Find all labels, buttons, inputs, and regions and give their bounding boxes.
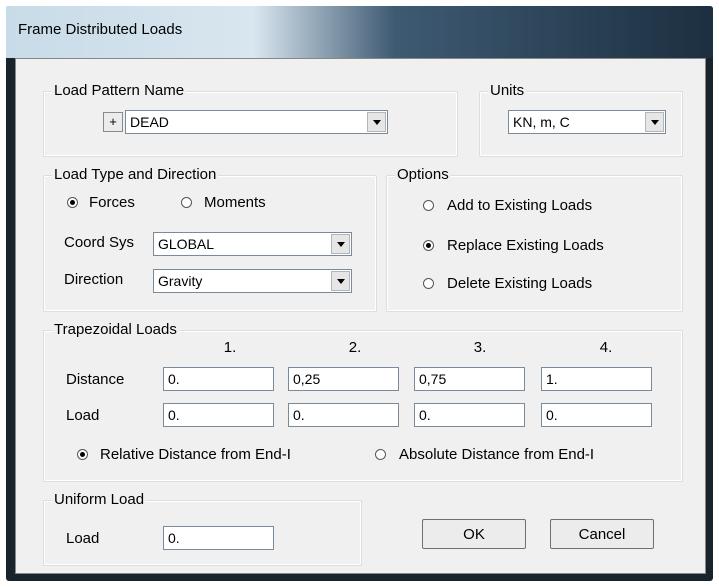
- relative-distance-label[interactable]: Relative Distance from End-I: [100, 446, 291, 464]
- load-pattern-dropdown[interactable]: DEAD: [125, 110, 388, 134]
- options-legend: Options: [395, 166, 451, 184]
- column-header-4: 4.: [599, 339, 613, 356]
- forces-radio[interactable]: [67, 197, 78, 208]
- distance-field-4[interactable]: 1.: [541, 367, 652, 391]
- title-bar[interactable]: Frame Distributed Loads: [6, 6, 713, 58]
- moments-radio[interactable]: [181, 197, 192, 208]
- dialog-window: Frame Distributed Loads Load Pattern Nam…: [6, 6, 713, 581]
- load-label: Load: [66, 407, 100, 424]
- cancel-button[interactable]: Cancel: [550, 519, 654, 549]
- coord-sys-label: Coord Sys: [64, 234, 135, 251]
- distance-field-1[interactable]: 0.: [163, 367, 274, 391]
- direction-value: Gravity: [158, 273, 203, 289]
- trapezoidal-legend: Trapezoidal Loads: [52, 321, 179, 339]
- relative-distance-radio[interactable]: [77, 449, 88, 460]
- coord-sys-value: GLOBAL: [158, 236, 215, 252]
- add-existing-radio[interactable]: [423, 200, 434, 211]
- column-header-3: 3.: [473, 339, 487, 356]
- units-value: KN, m, C: [513, 114, 570, 130]
- chevron-down-icon[interactable]: [645, 112, 664, 132]
- load-pattern-group: Load Pattern Name + DEAD: [43, 82, 458, 157]
- chevron-down-icon[interactable]: [331, 271, 350, 291]
- load-type-group: Load Type and Direction Forces Moments C…: [43, 166, 377, 312]
- options-group: Options Add to Existing Loads Replace Ex…: [386, 166, 683, 312]
- dialog-body: Load Pattern Name + DEAD Units KN, m, C …: [15, 58, 706, 574]
- chevron-down-icon[interactable]: [331, 234, 350, 254]
- moments-label[interactable]: Moments: [204, 194, 266, 212]
- uniform-load-field[interactable]: 0.: [163, 526, 274, 550]
- replace-existing-label[interactable]: Replace Existing Loads: [447, 237, 604, 255]
- forces-label[interactable]: Forces: [89, 194, 135, 212]
- load-field-2[interactable]: 0.: [288, 403, 399, 427]
- add-load-pattern-button[interactable]: +: [103, 112, 123, 132]
- absolute-distance-radio[interactable]: [375, 449, 386, 460]
- units-dropdown[interactable]: KN, m, C: [508, 110, 666, 134]
- distance-field-3[interactable]: 0,75: [414, 367, 525, 391]
- chevron-down-icon[interactable]: [367, 112, 386, 132]
- direction-label: Direction: [64, 271, 124, 288]
- uniform-load-label: Load: [66, 530, 100, 547]
- load-type-legend: Load Type and Direction: [52, 166, 219, 184]
- window-title: Frame Distributed Loads: [18, 21, 183, 38]
- units-legend: Units: [488, 82, 527, 100]
- column-header-1: 1.: [223, 339, 237, 356]
- column-header-2: 2.: [348, 339, 362, 356]
- load-field-1[interactable]: 0.: [163, 403, 274, 427]
- absolute-distance-label[interactable]: Absolute Distance from End-I: [399, 446, 594, 464]
- add-existing-label[interactable]: Add to Existing Loads: [447, 197, 592, 215]
- load-field-4[interactable]: 0.: [541, 403, 652, 427]
- load-pattern-legend: Load Pattern Name: [52, 82, 187, 100]
- delete-existing-radio[interactable]: [423, 278, 434, 289]
- units-group: Units KN, m, C: [479, 82, 683, 157]
- ok-button[interactable]: OK: [422, 519, 526, 549]
- uniform-load-group: Uniform Load Load 0.: [43, 491, 362, 566]
- load-field-3[interactable]: 0.: [414, 403, 525, 427]
- delete-existing-label[interactable]: Delete Existing Loads: [447, 275, 592, 293]
- load-pattern-value: DEAD: [130, 114, 169, 130]
- uniform-load-legend: Uniform Load: [52, 491, 147, 509]
- distance-label: Distance: [66, 371, 125, 388]
- coord-sys-dropdown[interactable]: GLOBAL: [153, 232, 352, 256]
- trapezoidal-group: Trapezoidal Loads 1. 2. 3. 4. Distance 0…: [43, 321, 683, 482]
- distance-field-2[interactable]: 0,25: [288, 367, 399, 391]
- direction-dropdown[interactable]: Gravity: [153, 269, 352, 293]
- replace-existing-radio[interactable]: [423, 240, 434, 251]
